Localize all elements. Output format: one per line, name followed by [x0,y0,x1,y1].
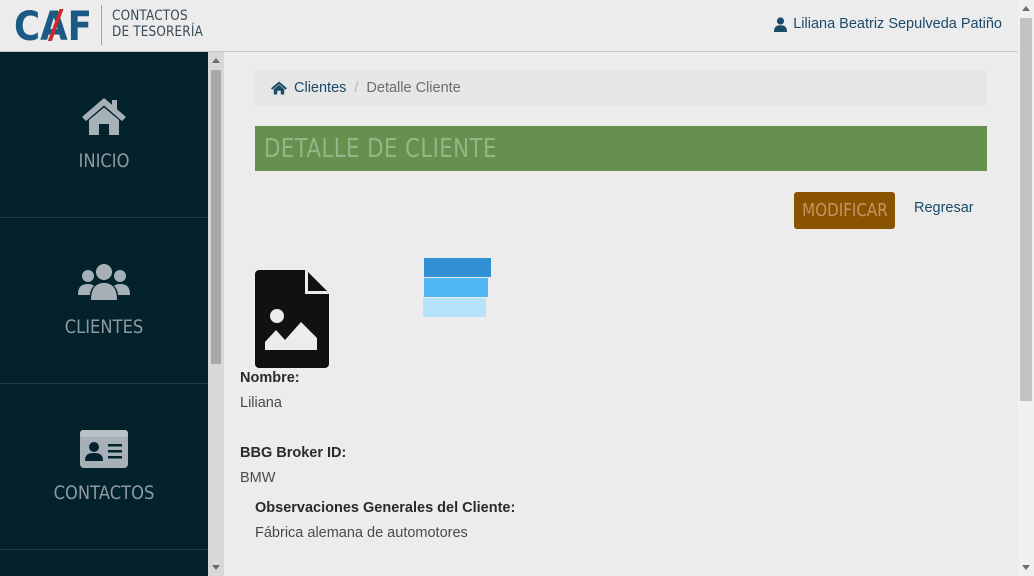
loader-bar [424,278,488,297]
scroll-down-icon[interactable] [212,565,220,570]
sidebar-item-label: INICIO [78,150,130,172]
page-title-bar: DETALLE DE CLIENTE [255,126,987,171]
breadcrumb-separator: / [354,80,359,96]
scroll-up-icon[interactable] [1022,6,1030,11]
logo-line-2: DE TESORERÍA [112,24,203,40]
bbg-broker-id-value: BMW [240,470,276,486]
users-icon [0,262,208,302]
sidebar-item-label: CLIENTES [64,316,144,338]
observaciones-label: Observaciones Generales del Cliente: [255,500,516,516]
user-name: Liliana Beatriz Sepulveda Patiño [793,16,1002,32]
loader-bar [423,298,486,317]
loading-spinner [423,258,491,318]
logo-text: CONTACTOS DE TESORERÍA [112,8,203,40]
page-title: DETALLE DE CLIENTE [264,134,497,164]
user-menu[interactable]: Liliana Beatriz Sepulveda Patiño [774,16,1002,32]
observaciones-value: Fábrica alemana de automotores [255,525,468,541]
breadcrumb-label: Clientes [294,80,347,96]
nombre-value: Liliana [240,395,282,411]
breadcrumb-clientes-link[interactable]: Clientes [271,80,346,96]
scroll-up-icon[interactable] [212,58,220,63]
logo-divider [101,5,102,45]
page-scrollbar[interactable] [1018,0,1034,576]
sidebar-item-clientes[interactable]: CLIENTES [0,218,208,384]
home-icon [0,96,208,136]
scrollbar-thumb[interactable] [1020,18,1032,401]
sidebar-item-contactos[interactable]: CONTACTOS [0,384,208,550]
home-icon [271,81,287,95]
caf-logo[interactable]: CAF [14,4,94,50]
image-placeholder [255,270,329,368]
sidebar: INICIO CLIENTES CONTACTOS [0,52,208,576]
sidebar-item-label: CONTACTOS [53,482,155,504]
breadcrumb-current: Detalle Cliente [366,80,461,96]
modify-button-label: MODIFICAR [801,200,888,221]
id-card-icon [0,430,208,468]
bbg-broker-id-label: BBG Broker ID: [240,445,347,461]
back-link[interactable]: Regresar [914,200,974,216]
logo-line-1: CONTACTOS [112,8,188,24]
sidebar-scrollbar[interactable] [208,52,224,576]
loader-bar [424,258,491,277]
modify-button[interactable]: MODIFICAR [794,192,895,229]
top-header: CAF CONTACTOS DE TESORERÍA Liliana Beatr… [0,0,1018,52]
caf-logo-icon: CAF [14,4,92,50]
scroll-down-icon[interactable] [1022,565,1030,570]
image-file-icon [255,270,329,368]
scrollbar-thumb[interactable] [211,70,221,364]
svg-text:CAF: CAF [14,5,92,45]
sidebar-item-inicio[interactable]: INICIO [0,52,208,218]
user-icon [774,16,788,32]
breadcrumb: Clientes / Detalle Cliente [255,70,987,106]
nombre-label: Nombre: [240,370,300,386]
